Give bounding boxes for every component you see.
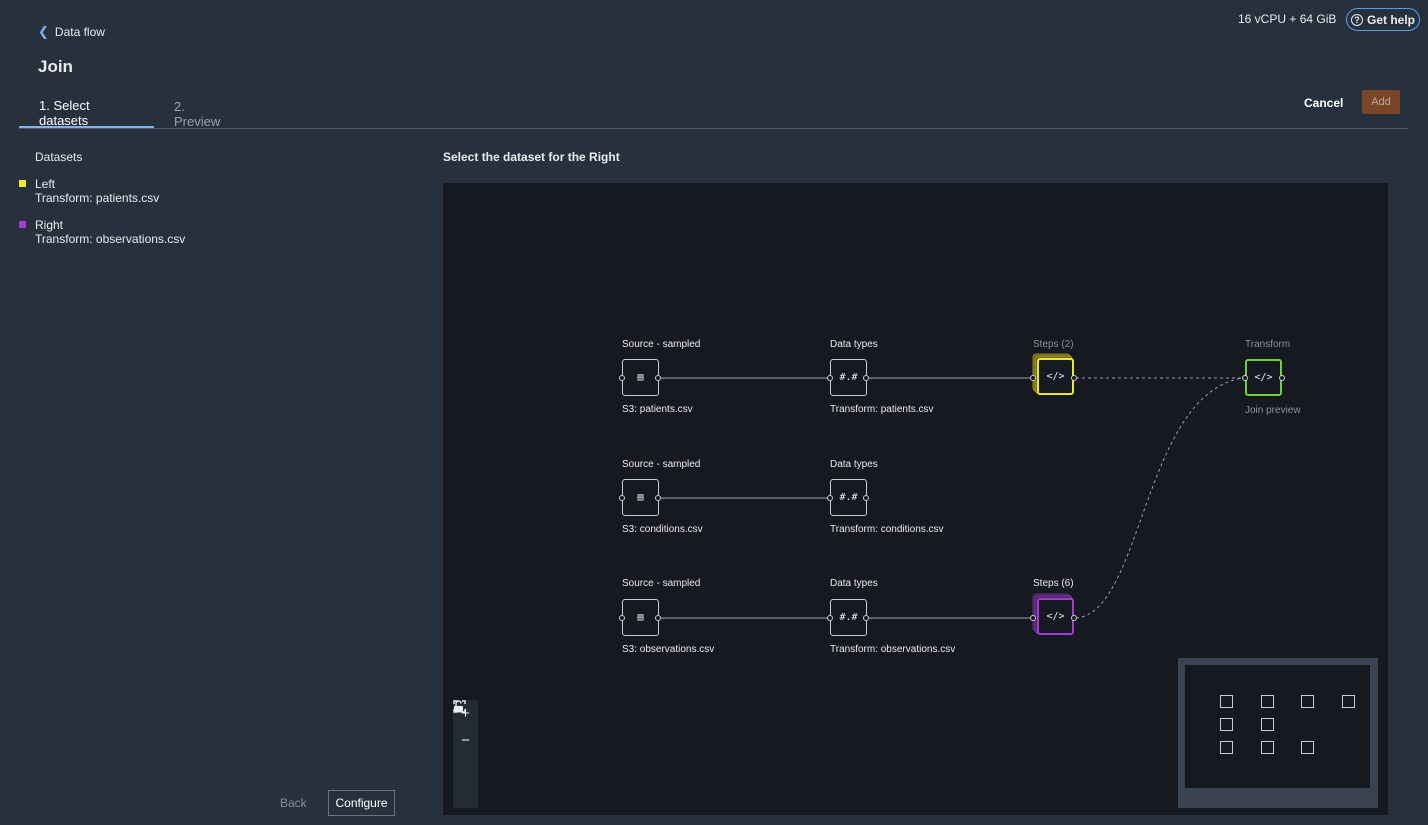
get-help-button[interactable]: ? Get help — [1346, 8, 1420, 31]
tab-preview[interactable]: 2. Preview — [154, 99, 250, 129]
source1-node[interactable]: ▤ — [622, 359, 659, 396]
source2-port-out[interactable] — [655, 495, 661, 501]
source1-name: S3: patients.csv — [622, 404, 693, 415]
minimap-node — [1342, 695, 1355, 708]
types2-glyph: #.# — [839, 492, 858, 503]
select-dataset-heading: Select the dataset for the Right — [443, 150, 620, 164]
types2-port-in — [827, 495, 833, 501]
help-icon: ? — [1350, 13, 1363, 26]
types1-port-in — [827, 375, 833, 381]
code-icon: </> — [1046, 371, 1065, 382]
code-icon: </> — [1046, 611, 1065, 622]
source2-port-in — [619, 495, 625, 501]
source1-port-in — [619, 375, 625, 381]
code-icon: </> — [1254, 372, 1273, 383]
transform-title: Transform — [1245, 339, 1291, 350]
file-icon: ▤ — [637, 612, 644, 623]
types1-port-out[interactable] — [863, 375, 869, 381]
types2-name: Transform: conditions.csv — [830, 524, 944, 535]
source3-port-in — [619, 615, 625, 621]
zoom-out-button[interactable]: − — [453, 727, 478, 754]
types2-node[interactable]: #.# — [830, 479, 867, 516]
types1-glyph: #.# — [839, 372, 858, 383]
file-icon: ▤ — [637, 372, 644, 383]
datasets-heading: Datasets — [35, 150, 83, 164]
steps3-port-out[interactable] — [1071, 615, 1077, 621]
join-name: Join preview — [1245, 405, 1301, 416]
dataset-left-source: Transform: patients.csv — [35, 191, 160, 205]
lock-button[interactable] — [453, 700, 478, 808]
types1-node[interactable]: #.# — [830, 359, 867, 396]
steps1-port-out[interactable] — [1071, 375, 1077, 381]
tab-select-datasets[interactable]: 1. Select datasets — [19, 98, 154, 128]
fit-view-button[interactable] — [453, 700, 478, 781]
steps3-port-in — [1030, 615, 1036, 621]
minimap-node — [1220, 695, 1233, 708]
dataset-right-source: Transform: observations.csv — [35, 232, 186, 246]
source3-name: S3: observations.csv — [622, 644, 715, 655]
source2-name: S3: conditions.csv — [622, 524, 703, 535]
resource-indicator: 16 vCPU + 64 GiB — [1238, 12, 1337, 26]
configure-button[interactable]: Configure — [328, 790, 395, 816]
join-node[interactable]: </> — [1245, 359, 1282, 396]
source2-title: Source - sampled — [622, 459, 701, 470]
steps1-node[interactable]: </> — [1037, 358, 1074, 395]
minimap-node — [1301, 741, 1314, 754]
minimap-node — [1220, 741, 1233, 754]
steps1-port-in — [1030, 375, 1036, 381]
source3-port-out[interactable] — [655, 615, 661, 621]
source1-title: Source - sampled — [622, 339, 701, 350]
types1-title: Data types — [830, 339, 878, 350]
minimap-node — [1220, 718, 1233, 731]
minimap-node — [1261, 718, 1274, 731]
add-button[interactable]: Add — [1362, 90, 1400, 114]
back-button[interactable]: Back — [270, 796, 317, 810]
unlock-icon — [454, 700, 463, 713]
types3-port-in — [827, 615, 833, 621]
page-title: Join — [38, 57, 73, 76]
types3-node[interactable]: #.# — [830, 599, 867, 636]
back-link-label: Data flow — [54, 25, 105, 39]
source1-port-out[interactable] — [655, 375, 661, 381]
steps1-title: Steps (2) — [1033, 339, 1074, 350]
types2-title: Data types — [830, 459, 878, 470]
dataset-right-name: Right — [35, 218, 64, 232]
source3-title: Source - sampled — [622, 578, 701, 589]
source3-node[interactable]: ▤ — [622, 599, 659, 636]
minimap[interactable] — [1178, 658, 1378, 808]
minimap-node — [1261, 741, 1274, 754]
steps3-node[interactable]: </> — [1037, 598, 1074, 635]
file-icon: ▤ — [637, 492, 644, 503]
types2-port-out[interactable] — [863, 495, 869, 501]
types3-glyph: #.# — [839, 612, 858, 623]
flow-canvas[interactable]: Source - sampled ▤ S3: patients.csv Data… — [443, 183, 1388, 815]
minimap-node — [1301, 695, 1314, 708]
get-help-label: Get help — [1366, 12, 1415, 27]
zoom-toolbar: + − — [453, 700, 478, 808]
edge-steps3-join — [1075, 377, 1244, 619]
right-color-swatch — [19, 221, 26, 228]
minimap-viewport — [1185, 665, 1370, 788]
join-port-in — [1242, 375, 1248, 381]
cancel-button[interactable]: Cancel — [1296, 94, 1351, 112]
tab-list: 1. Select datasets 2. Preview — [19, 98, 250, 129]
tab-divider — [19, 128, 1408, 129]
types3-name: Transform: observations.csv — [830, 644, 956, 655]
types1-name: Transform: patients.csv — [830, 404, 934, 415]
minimap-node — [1261, 695, 1274, 708]
steps3-title: Steps (6) — [1033, 578, 1074, 589]
types3-title: Data types — [830, 578, 878, 589]
chevron-left-icon: ❮ — [38, 24, 49, 39]
source2-node[interactable]: ▤ — [622, 479, 659, 516]
left-color-swatch — [19, 180, 26, 187]
dataset-left-name: Left — [35, 177, 56, 191]
breadcrumb-back-link[interactable]: ❮ Data flow — [38, 24, 105, 40]
types3-port-out[interactable] — [863, 615, 869, 621]
join-port-out[interactable] — [1279, 375, 1285, 381]
